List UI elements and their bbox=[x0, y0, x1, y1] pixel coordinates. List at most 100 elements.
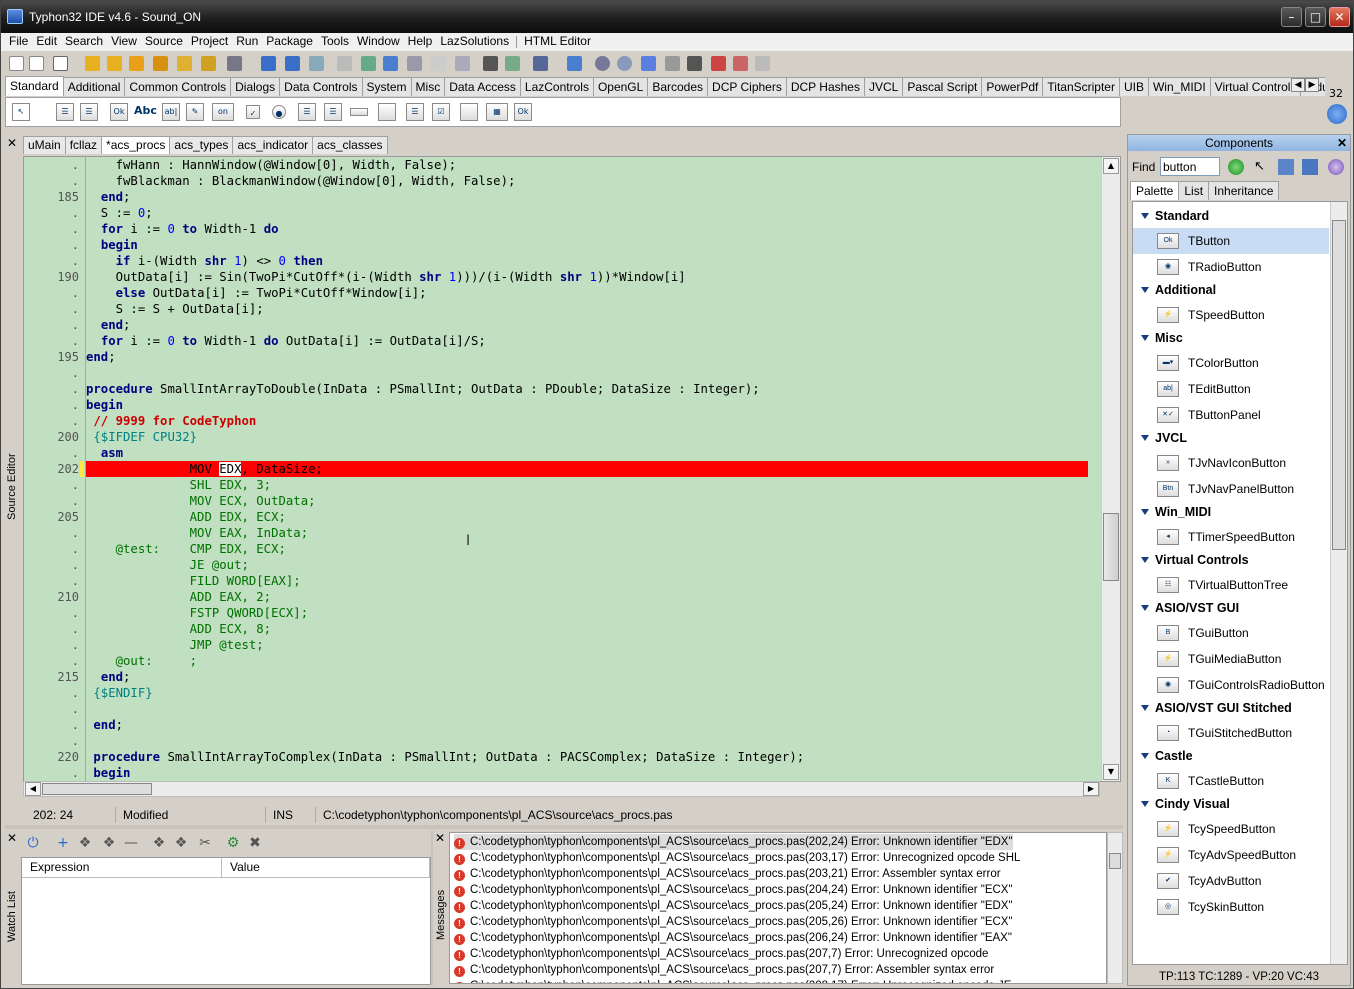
component-group[interactable]: Misc bbox=[1141, 328, 1183, 348]
palette-tab[interactable]: OpenGL bbox=[592, 77, 649, 96]
project-icon[interactable] bbox=[309, 56, 324, 71]
new-form-icon[interactable] bbox=[29, 56, 44, 71]
component-group[interactable]: ASIO/VST GUI bbox=[1141, 598, 1239, 618]
delete-all-icon[interactable]: ✂ bbox=[197, 835, 213, 851]
save-icon[interactable] bbox=[261, 56, 276, 71]
editor-tab[interactable]: uMain bbox=[23, 136, 66, 154]
component-group[interactable]: Standard bbox=[1141, 206, 1209, 226]
palette-tab[interactable]: System bbox=[361, 77, 412, 96]
maximize-button[interactable]: □ bbox=[1305, 7, 1326, 27]
component-item[interactable]: ◂ TTimerSpeedButton bbox=[1133, 524, 1329, 550]
tab-inheritance[interactable]: Inheritance bbox=[1208, 181, 1280, 200]
title-bar[interactable]: Typhon32 IDE v4.6 - Sound_ON – □ ✕ bbox=[1, 1, 1353, 33]
panel-icon[interactable] bbox=[460, 103, 478, 121]
menu-run[interactable]: Run bbox=[232, 33, 262, 50]
menu-search[interactable]: Search bbox=[61, 33, 107, 50]
close-icon[interactable]: ✕ bbox=[1337, 135, 1347, 151]
component-group[interactable]: JVCL bbox=[1141, 428, 1187, 448]
scroll-down-icon[interactable]: ▼ bbox=[1103, 764, 1119, 780]
togglebox-icon[interactable]: on bbox=[212, 103, 234, 121]
download-arrow-icon[interactable] bbox=[1327, 104, 1347, 124]
message-item[interactable]: ! C:\codetyphon\typhon\components\pl_ACS\… bbox=[454, 834, 1013, 850]
close-icon[interactable]: ✕ bbox=[7, 136, 17, 150]
component-item[interactable]: ⚡ TcySpeedButton bbox=[1133, 816, 1329, 842]
editor-tab[interactable]: fcllaz bbox=[64, 136, 103, 154]
message-item[interactable]: ! C:\codetyphon\typhon\components\pl_ACS\… bbox=[454, 866, 1001, 882]
memo-icon[interactable]: ✎ bbox=[186, 103, 204, 121]
message-item[interactable]: ! C:\codetyphon\typhon\components\pl_ACS\… bbox=[454, 978, 1011, 983]
palette-tab[interactable]: Data Controls bbox=[279, 77, 363, 96]
editor-tab[interactable]: acs_classes bbox=[312, 136, 388, 154]
view-forms-icon[interactable] bbox=[383, 56, 398, 71]
package-links-icon[interactable] bbox=[201, 56, 216, 71]
horizontal-splitter[interactable] bbox=[5, 825, 1123, 829]
component-tree[interactable]: Standard Ok TButton ◉ TRadioButton Additional… bbox=[1132, 201, 1348, 965]
power-icon[interactable]: ⏻ bbox=[25, 835, 41, 851]
menu-package[interactable]: Package bbox=[262, 33, 317, 50]
component-group[interactable]: Additional bbox=[1141, 280, 1216, 300]
code-area[interactable]: fwHann : HannWindow(@Window[0], Width, F… bbox=[86, 157, 1088, 781]
disable-all-icon[interactable]: ❖ bbox=[173, 835, 189, 851]
palette-tab-standard[interactable]: Standard bbox=[5, 76, 64, 96]
package-icon[interactable] bbox=[129, 56, 144, 71]
menu-source[interactable]: Source bbox=[141, 33, 187, 50]
component-group[interactable]: Win_MIDI bbox=[1141, 502, 1211, 522]
new-file-icon[interactable] bbox=[9, 56, 24, 71]
minimize-button[interactable]: – bbox=[1281, 7, 1302, 27]
messages-scrollbar[interactable] bbox=[1107, 832, 1123, 984]
tab-list[interactable]: List bbox=[1178, 181, 1210, 200]
checkbox-icon[interactable]: ✓ bbox=[246, 105, 260, 119]
palette-tab[interactable]: DCP Ciphers bbox=[707, 77, 787, 96]
component-item[interactable]: ◔ TGuiStitchedButton bbox=[1133, 720, 1329, 746]
message-item[interactable]: ! C:\codetyphon\typhon\components\pl_ACS\… bbox=[454, 930, 1012, 946]
component-item[interactable]: ✕✓ TButtonPanel bbox=[1133, 402, 1329, 428]
component-item[interactable]: ⚡ TGuiMediaButton bbox=[1133, 646, 1329, 672]
button-palette-icon[interactable]: Ok bbox=[110, 103, 128, 121]
collapse-triangle-icon[interactable] bbox=[1141, 435, 1149, 441]
col-expression[interactable]: Expression bbox=[22, 858, 222, 878]
inspect-icon[interactable]: ⚙ bbox=[225, 835, 241, 851]
save-all-icon[interactable] bbox=[285, 56, 300, 71]
collapse-triangle-icon[interactable] bbox=[1141, 605, 1149, 611]
add-icon[interactable]: + bbox=[55, 835, 71, 851]
scrollbar-icon[interactable] bbox=[350, 108, 368, 116]
component-item[interactable]: K TCastleButton bbox=[1133, 768, 1329, 794]
component-item[interactable]: ab| TEditButton bbox=[1133, 376, 1329, 402]
collapse-triangle-icon[interactable] bbox=[1141, 335, 1149, 341]
palette-tab[interactable]: UIB bbox=[1118, 77, 1149, 96]
component-tree-scrollbar[interactable] bbox=[1330, 202, 1347, 964]
component-group[interactable]: Virtual Controls bbox=[1141, 550, 1249, 570]
checkgroup-icon[interactable]: ☑ bbox=[432, 103, 450, 121]
component-item[interactable]: ☷ TVirtualButtonTree bbox=[1133, 572, 1329, 598]
expand-tree-icon[interactable] bbox=[1302, 159, 1318, 175]
disable-icon[interactable]: ❖ bbox=[101, 835, 117, 851]
palette-tab[interactable]: Data Access bbox=[444, 77, 521, 96]
message-item[interactable]: ! C:\codetyphon\typhon\components\pl_ACS\… bbox=[454, 850, 1020, 866]
close-button[interactable]: ✕ bbox=[1329, 7, 1350, 27]
actionlist-icon[interactable]: Ok bbox=[514, 103, 532, 121]
menu-window[interactable]: Window bbox=[353, 33, 404, 50]
collapse-triangle-icon[interactable] bbox=[1141, 801, 1149, 807]
palette-tab[interactable]: JVCL bbox=[863, 77, 904, 96]
enable-all-icon[interactable]: ❖ bbox=[151, 835, 167, 851]
combobox-icon[interactable]: ☰ bbox=[324, 103, 342, 121]
edit-icon[interactable]: ab| bbox=[162, 103, 180, 121]
menu-project[interactable]: Project bbox=[187, 33, 232, 50]
component-item[interactable]: ▬▾ TColorButton bbox=[1133, 350, 1329, 376]
message-item[interactable]: ! C:\codetyphon\typhon\components\pl_ACS\… bbox=[454, 946, 988, 962]
line-gutter[interactable]: .. 185.... 190.... 195.... 200. 202.. 205.... 2… bbox=[24, 157, 86, 781]
tab-palette[interactable]: Palette bbox=[1130, 181, 1180, 200]
refresh-icon[interactable] bbox=[1228, 159, 1244, 175]
sort-tree-icon[interactable] bbox=[1278, 159, 1294, 175]
open-recent-icon[interactable] bbox=[107, 56, 122, 71]
enable-icon[interactable]: ❖ bbox=[77, 835, 93, 851]
chevron-left-icon[interactable]: ◀ bbox=[1291, 78, 1305, 92]
message-list[interactable]: ! C:\codetyphon\typhon\components\pl_ACS\… bbox=[449, 832, 1107, 984]
build-all-icon[interactable] bbox=[505, 56, 520, 71]
component-item[interactable]: » TJvNavIconButton bbox=[1133, 450, 1329, 476]
palette-tab[interactable]: TitanScripter bbox=[1042, 77, 1120, 96]
open-package-icon[interactable] bbox=[85, 56, 100, 71]
palette-tab[interactable]: Common Controls bbox=[124, 77, 232, 96]
listbox-icon[interactable]: ☰ bbox=[298, 103, 316, 121]
palette-tab[interactable]: Virtual Controls bbox=[1209, 77, 1302, 96]
